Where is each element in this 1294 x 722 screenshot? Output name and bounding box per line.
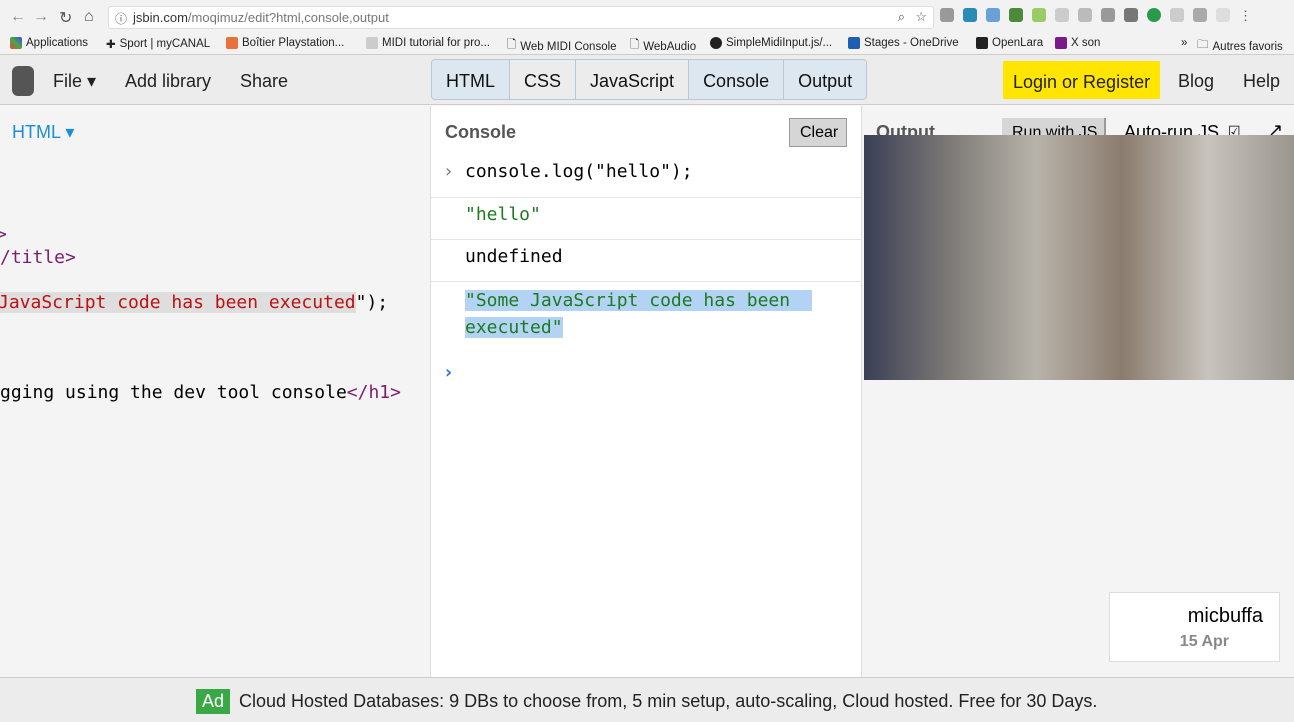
tab-html[interactable]: HTML <box>432 60 510 99</box>
extension-icon[interactable] <box>1055 8 1069 22</box>
bookmarks-bar: Applications ✚ Sport | myCANAL Boîtier Pl… <box>0 34 1294 55</box>
back-icon[interactable]: ← <box>10 8 26 26</box>
add-library-button[interactable]: Add library <box>125 71 211 92</box>
help-link[interactable]: Help <box>1243 71 1280 92</box>
cloud-icon <box>848 37 860 49</box>
bookmark-item[interactable]: Stages - OneDrive <box>848 37 959 49</box>
bookmark-item[interactable]: 🗋 WebAudio <box>630 37 696 56</box>
cast-icon[interactable] <box>1124 8 1138 22</box>
github-icon <box>710 37 722 49</box>
star-icon[interactable]: ☆ <box>915 9 927 25</box>
url-domain: jsbin.com <box>133 10 188 25</box>
box-icon <box>226 37 238 49</box>
console-title: Console <box>445 122 517 142</box>
openlara-icon <box>976 37 988 49</box>
extensions: ⋮ <box>940 8 1252 24</box>
page-icon <box>366 37 378 49</box>
file-menu[interactable]: File ▾ <box>53 71 96 92</box>
bookmark-other[interactable]: 🗀 Autres favoris <box>1197 37 1283 56</box>
jsbin-logo[interactable] <box>12 66 34 96</box>
extension-icon[interactable] <box>1032 8 1046 22</box>
extension-icon[interactable] <box>986 8 1000 22</box>
browser-toolbar: ← → ↻ ⌂ ⓘ jsbin.com/moqimuz/edit?html,co… <box>0 0 1294 34</box>
console-panel: Console Clear › console.log("hello"); "h… <box>431 106 862 677</box>
console-output-line: "hello" <box>431 198 862 240</box>
html-panel[interactable]: HTML ▾ > /title> JavaScript code has bee… <box>0 106 431 677</box>
page-icon: 🗋 <box>507 39 517 51</box>
apps-icon <box>10 37 22 49</box>
webcam-video-overlay <box>864 135 1294 380</box>
panel-tabs: HTML CSS JavaScript Console Output <box>431 59 868 100</box>
zoom-icon[interactable]: ⌕ <box>898 9 905 25</box>
clear-button[interactable]: Clear <box>789 118 847 147</box>
code-line: gging using the dev tool console</h1> <box>0 382 401 403</box>
console-output-line: undefined <box>431 240 862 282</box>
bookmark-overflow[interactable]: » <box>1181 37 1187 49</box>
extension-icon[interactable] <box>1147 8 1161 22</box>
home-icon[interactable]: ⌂ <box>84 8 94 26</box>
ad-banner[interactable]: Ad Cloud Hosted Databases: 9 DBs to choo… <box>0 677 1294 722</box>
code-line: > <box>0 224 7 245</box>
address-bar[interactable]: ⓘ jsbin.com/moqimuz/edit?html,console,ou… <box>108 6 934 29</box>
bookmark-item[interactable]: X son <box>1055 37 1100 49</box>
console-input-line: › console.log("hello"); <box>431 156 862 198</box>
bookmark-item[interactable]: SimpleMidiInput.js/... <box>710 37 832 49</box>
bookmark-item[interactable]: ✚ Sport | myCANAL <box>106 37 210 51</box>
share-button[interactable]: Share <box>240 71 288 92</box>
tab-css[interactable]: CSS <box>510 60 577 99</box>
user-card: micbuffa 15 Apr <box>1109 592 1280 662</box>
bookmark-item[interactable]: OpenLara <box>976 37 1043 49</box>
bookmark-item[interactable]: Boîtier Playstation... <box>226 37 344 49</box>
info-icon: ⓘ <box>115 12 128 26</box>
forward-icon[interactable]: → <box>33 8 49 26</box>
folder-icon: 🗀 <box>1197 39 1209 51</box>
extension-icon[interactable] <box>1078 8 1092 22</box>
tab-javascript[interactable]: JavaScript <box>576 60 690 99</box>
ublock-icon[interactable] <box>940 8 954 22</box>
ad-badge: Ad <box>196 689 231 714</box>
chevron-right-icon: › <box>443 161 454 182</box>
x-icon <box>1055 37 1067 49</box>
ad-text[interactable]: Cloud Hosted Databases: 9 DBs to choose … <box>239 691 1097 712</box>
tab-output[interactable]: Output <box>784 60 867 99</box>
user-name: micbuffa <box>1187 605 1263 627</box>
login-register-button[interactable]: Login or Register <box>1003 61 1160 99</box>
html-panel-menu[interactable]: HTML ▾ <box>12 122 74 143</box>
extension-icon[interactable] <box>1009 8 1023 22</box>
extension-icon[interactable] <box>1101 8 1115 22</box>
bookmark-item[interactable]: MIDI tutorial for pro... <box>366 37 490 49</box>
console-prompt[interactable]: › <box>443 362 454 383</box>
extension-icon[interactable] <box>1216 8 1230 22</box>
user-date: 15 Apr <box>1179 633 1229 650</box>
jsbin-header: File ▾ Add library Share HTML CSS JavaSc… <box>0 55 1294 105</box>
plus-icon: ✚ <box>106 39 116 51</box>
extension-icon[interactable] <box>963 8 977 22</box>
code-line: /title> <box>0 247 76 268</box>
console-output-line: "Some JavaScript code has been executed" <box>431 282 862 352</box>
code-line: JavaScript code has been executed"); <box>0 292 389 313</box>
bookmark-item[interactable]: 🗋 Web MIDI Console <box>507 37 617 56</box>
extension-icon[interactable] <box>1193 8 1207 22</box>
page-icon: 🗋 <box>630 39 640 51</box>
extension-icon[interactable] <box>1170 8 1184 22</box>
tab-console[interactable]: Console <box>689 60 785 99</box>
bookmark-apps[interactable]: Applications <box>10 37 88 49</box>
url-path: /moqimuz/edit?html,console,output <box>187 10 389 25</box>
reload-icon[interactable]: ↻ <box>59 8 72 28</box>
blog-link[interactable]: Blog <box>1178 71 1214 92</box>
menu-icon[interactable]: ⋮ <box>1239 8 1252 24</box>
